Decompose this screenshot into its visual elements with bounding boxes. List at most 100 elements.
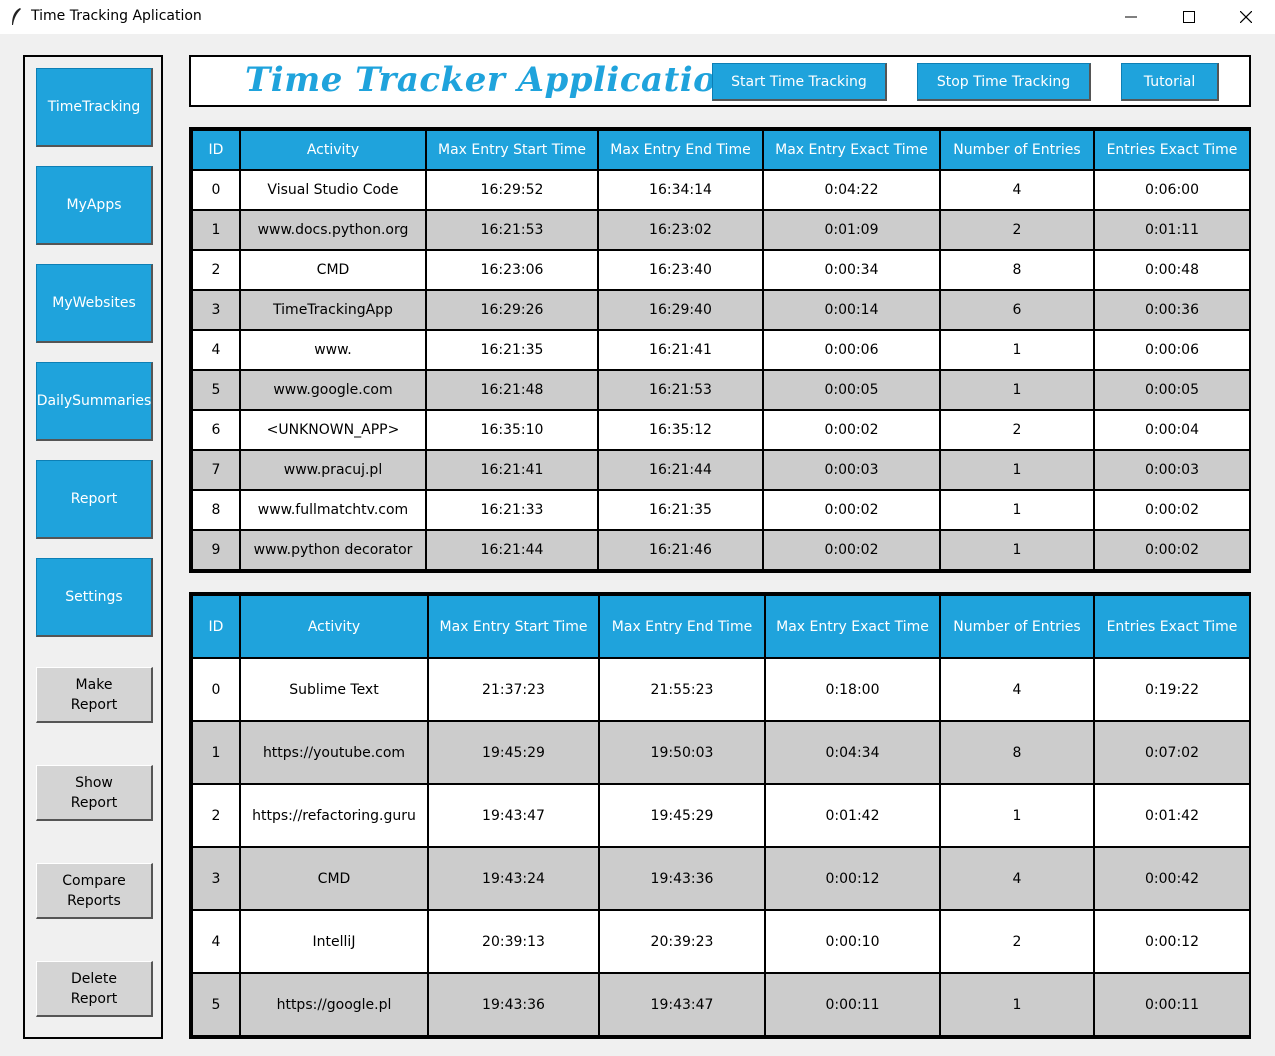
table-cell: 2 — [939, 409, 1095, 451]
table-cell: 16:21:48 — [425, 369, 599, 411]
table-cell: 0:00:02 — [762, 409, 941, 451]
table-cell: 7 — [191, 449, 241, 491]
column-header: ID — [191, 129, 241, 171]
table-cell: 19:43:24 — [427, 846, 600, 911]
stop-tracking-button[interactable]: Stop Time Tracking — [917, 63, 1091, 101]
table-cell: 16:21:46 — [597, 529, 764, 571]
table-cell: www.python decorator — [239, 529, 427, 571]
table-cell: 4 — [939, 169, 1095, 211]
start-tracking-button[interactable]: Start Time Tracking — [712, 63, 887, 101]
column-header: Activity — [239, 594, 429, 659]
nav-dailysummaries-button[interactable]: DailySummaries — [36, 362, 153, 441]
table-cell: 16:35:10 — [425, 409, 599, 451]
table-cell: 0:04:34 — [764, 720, 941, 785]
table-cell: 8 — [191, 489, 241, 531]
table-cell: Visual Studio Code — [239, 169, 427, 211]
table-row[interactable]: 4 IntelliJ 20:39:13 20:39:23 0:00:10 2 0:00:12 — [191, 909, 1251, 974]
table-cell: 0 — [191, 657, 241, 722]
table-cell: 0:01:42 — [764, 783, 941, 848]
table-row[interactable]: 3 TimeTrackingApp 16:29:26 16:29:40 0:00:14 6… — [191, 289, 1251, 331]
maximize-icon — [1183, 11, 1195, 23]
table-cell: CMD — [239, 249, 427, 291]
table-cell: https://youtube.com — [239, 720, 429, 785]
table-row[interactable]: 1 https://youtube.com 19:45:29 19:50:03 0:04… — [191, 720, 1251, 785]
maximize-button[interactable] — [1160, 0, 1218, 34]
table-cell: www.google.com — [239, 369, 427, 411]
table-cell: 16:35:12 — [597, 409, 764, 451]
table-cell: 1 — [939, 489, 1095, 531]
table-cell: https://refactoring.guru — [239, 783, 429, 848]
table-row[interactable]: 5 www.google.com 16:21:48 16:21:53 0:00:05 1 0… — [191, 369, 1251, 411]
table-cell: 0:00:04 — [1093, 409, 1251, 451]
table-cell: 5 — [191, 972, 241, 1037]
table-cell: 16:21:53 — [597, 369, 764, 411]
column-header: Max Entry End Time — [598, 594, 766, 659]
table-cell: 1 — [939, 972, 1095, 1037]
table-cell: 0:18:00 — [764, 657, 941, 722]
table-row[interactable]: 6 <UNKNOWN_APP> 16:35:10 16:35:12 0:00:02 2 0:… — [191, 409, 1251, 451]
table-cell: 0:00:36 — [1093, 289, 1251, 331]
table-cell: 0:00:06 — [762, 329, 941, 371]
table-cell: 0:00:48 — [1093, 249, 1251, 291]
table-cell: www.docs.python.org — [239, 209, 427, 251]
table-cell: 0 — [191, 169, 241, 211]
table-row[interactable]: 8 www.fullmatchtv.com 16:21:33 16:21:35 0:00… — [191, 489, 1251, 531]
table-cell: <UNKNOWN_APP> — [239, 409, 427, 451]
table-cell: 20:39:13 — [427, 909, 600, 974]
table-cell: 19:43:47 — [427, 783, 600, 848]
nav-report-button[interactable]: Report — [36, 460, 153, 539]
table-cell: 16:21:53 — [425, 209, 599, 251]
header: Time Tracker Application Start Time Trac… — [189, 55, 1251, 107]
table-cell: 9 — [191, 529, 241, 571]
table-cell: www. — [239, 329, 427, 371]
close-button[interactable] — [1217, 0, 1275, 34]
table-row[interactable]: 7 www.pracuj.pl 16:21:41 16:21:44 0:00:03 1 0:… — [191, 449, 1251, 491]
table-body: 0 Visual Studio Code 16:29:52 16:34:14 0:04:… — [191, 169, 1251, 571]
table-cell: 16:23:02 — [597, 209, 764, 251]
table-row[interactable]: 2 https://refactoring.guru 19:43:47 19:45:2… — [191, 783, 1251, 848]
nav-settings-button[interactable]: Settings — [36, 558, 153, 637]
table-row[interactable]: 1 www.docs.python.org 16:21:53 16:23:02 0:01… — [191, 209, 1251, 251]
table-cell: 16:34:14 — [597, 169, 764, 211]
table-cell: Sublime Text — [239, 657, 429, 722]
make-report-button[interactable]: Make Report — [36, 667, 153, 723]
table-cell: 8 — [939, 720, 1095, 785]
table-cell: 0:00:12 — [764, 846, 941, 911]
table-cell: 6 — [939, 289, 1095, 331]
table-cell: 2 — [191, 249, 241, 291]
nav-timetracking-button[interactable]: TimeTracking — [36, 68, 153, 147]
table-cell: 16:21:33 — [425, 489, 599, 531]
table-cell: 3 — [191, 846, 241, 911]
column-header: Max Entry Exact Time — [762, 129, 941, 171]
table-cell: 0:00:05 — [1093, 369, 1251, 411]
table-cell: CMD — [239, 846, 429, 911]
table-cell: 19:43:47 — [598, 972, 766, 1037]
table-cell: 0:00:02 — [762, 489, 941, 531]
table-cell: 16:23:40 — [597, 249, 764, 291]
table-row[interactable]: 9 www.python decorator 16:21:44 16:21:46 0:0… — [191, 529, 1251, 571]
table-row[interactable]: 2 CMD 16:23:06 16:23:40 0:00:34 8 0:00:48 — [191, 249, 1251, 291]
table-row[interactable]: 3 CMD 19:43:24 19:43:36 0:00:12 4 0:00:42 — [191, 846, 1251, 911]
table-cell: 0:00:14 — [762, 289, 941, 331]
table-row[interactable]: 0 Sublime Text 21:37:23 21:55:23 0:18:00 4 0:1… — [191, 657, 1251, 722]
show-report-button[interactable]: Show Report — [36, 765, 153, 821]
table-cell: 1 — [191, 209, 241, 251]
table-cell: 0:00:12 — [1093, 909, 1251, 974]
nav-mywebsites-button[interactable]: MyWebsites — [36, 264, 153, 343]
table-cell: 0:00:02 — [1093, 489, 1251, 531]
column-header: ID — [191, 594, 241, 659]
column-header: Max Entry End Time — [597, 129, 764, 171]
table-row[interactable]: 0 Visual Studio Code 16:29:52 16:34:14 0:04:… — [191, 169, 1251, 211]
delete-report-button[interactable]: Delete Report — [36, 961, 153, 1017]
table-cell: 5 — [191, 369, 241, 411]
table-cell: 16:21:44 — [597, 449, 764, 491]
minimize-button[interactable] — [1102, 0, 1160, 34]
table-row[interactable]: 4 www. 16:21:35 16:21:41 0:00:06 1 0:00:06 — [191, 329, 1251, 371]
column-header: Activity — [239, 129, 427, 171]
compare-reports-button[interactable]: Compare Reports — [36, 863, 153, 919]
table-cell: 0:00:05 — [762, 369, 941, 411]
nav-myapps-button[interactable]: MyApps — [36, 166, 153, 245]
table-row[interactable]: 5 https://google.pl 19:43:36 19:43:47 0:00:1… — [191, 972, 1251, 1037]
sidebar: TimeTracking MyApps MyWebsites DailySumm… — [23, 55, 163, 1039]
tutorial-button[interactable]: Tutorial — [1121, 63, 1219, 101]
